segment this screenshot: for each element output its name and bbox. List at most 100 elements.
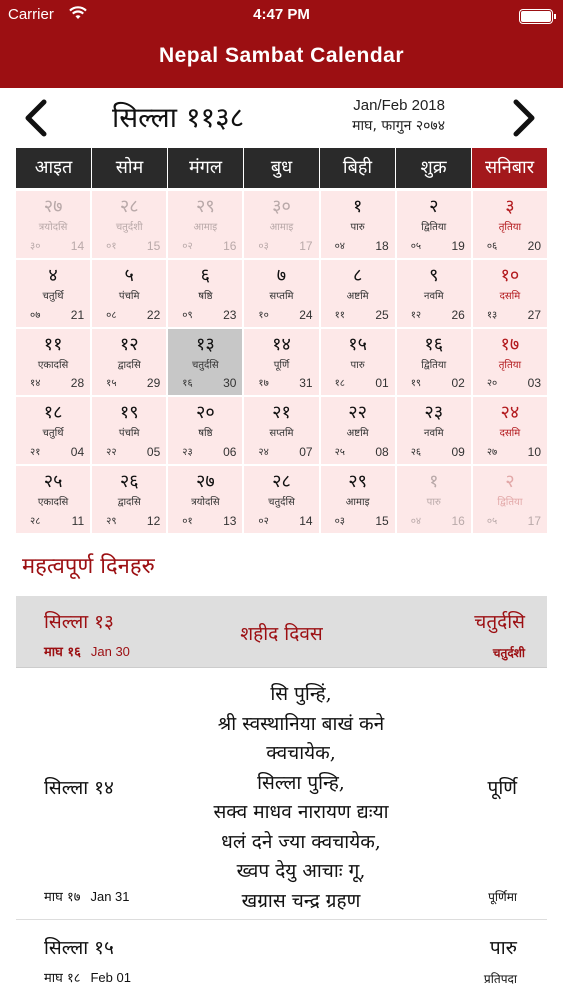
calendar-day[interactable]: ३ तृतिया ०६ 20 xyxy=(472,191,547,258)
calendar-day[interactable]: १७ तृतिया २० 03 xyxy=(472,328,547,396)
event-line: धलं दने ज्या क्वचायेक, xyxy=(221,830,381,853)
calendar-day[interactable]: १५ पारु १८ 01 xyxy=(320,328,395,396)
day-gregorian-date: 23 xyxy=(223,307,237,322)
calendar-day[interactable]: २७ त्रयोदसि ०१ 13 xyxy=(168,466,243,533)
weekday-sat: सनिबार xyxy=(472,148,547,188)
day-number: २८ xyxy=(119,196,139,217)
calendar-day[interactable]: ४ चतुर्थि ०७ 21 xyxy=(16,259,91,327)
day-gregorian-date: 22 xyxy=(146,307,161,322)
day-tithi: सप्तमि xyxy=(269,290,294,302)
calendar-day[interactable]: २२ अष्टमि २५ 08 xyxy=(320,397,395,465)
day-gregorian-date: 01 xyxy=(375,376,389,391)
day-tithi: आमाइ xyxy=(345,497,370,509)
day-gregorian-date: 14 xyxy=(299,514,313,528)
calendar-day[interactable]: १ पारु ०४ 16 xyxy=(396,466,471,533)
day-nepali-date: ०८ xyxy=(106,309,117,321)
day-nepali-date: २१ xyxy=(30,447,41,459)
day-gregorian-date: 29 xyxy=(146,376,161,391)
calendar-day[interactable]: १ पारु ०४ 18 xyxy=(320,191,395,258)
day-number: ३० xyxy=(272,196,291,217)
day-tithi: पूर्णि xyxy=(273,359,290,371)
day-number: १६ xyxy=(424,333,444,355)
calendar-day[interactable]: २४ दसमि २७ 10 xyxy=(472,397,547,465)
day-tithi: अष्टमि xyxy=(346,428,369,440)
calendar-day-today[interactable]: १३ चतुर्दसि १६ 30 xyxy=(168,328,243,396)
day-nepali-date: ०७ xyxy=(30,309,41,321)
calendar-day[interactable]: २६ द्वादसि २९ 12 xyxy=(92,466,167,533)
calendar-grid: २७ त्रयोदसि ३० 14 २८ चतुर्दशी ०१ 15 २९ आमाइ ०२ 16 ३०… xyxy=(16,191,547,533)
day-number: २० xyxy=(195,402,215,424)
day-gregorian-date: 05 xyxy=(146,445,161,460)
event-row[interactable]: सिल्ला १४ सि पुन्हिं, श्री स्वस्थानिया ब… xyxy=(16,668,547,920)
day-number: २३ xyxy=(424,402,444,424)
calendar-day[interactable]: ८ अष्टमि ११ 25 xyxy=(320,259,395,327)
day-gregorian-date: 24 xyxy=(299,307,313,322)
day-tithi: द्वादसि xyxy=(117,497,141,509)
event-row[interactable]: सिल्ला १५ माघ १८ Feb 01 पारु प्रतिपदा xyxy=(16,920,547,1000)
day-number: ३ xyxy=(505,196,515,217)
day-nepali-date: १३ xyxy=(486,309,498,321)
day-tithi: दसमि xyxy=(499,428,521,440)
day-number: ७ xyxy=(276,264,287,286)
calendar-day[interactable]: ११ एकादसि १४ 28 xyxy=(16,328,91,396)
day-nepali-date: २७ xyxy=(486,447,498,459)
calendar-day[interactable]: ३० आमाइ ०३ 17 xyxy=(244,191,319,258)
calendar-day[interactable]: १४ पूर्णि १७ 31 xyxy=(244,328,319,396)
weekday-tue: मंगल xyxy=(168,148,243,188)
calendar-day[interactable]: १८ चतुर्थि २१ 04 xyxy=(16,397,91,465)
calendar-day[interactable]: २ द्वितिया ०५ 17 xyxy=(472,466,547,533)
day-number: ११ xyxy=(43,333,63,355)
day-tithi: चतुर्थि xyxy=(42,428,64,440)
calendar-day[interactable]: २ द्वितिया ०५ 19 xyxy=(396,191,471,258)
event-line: क्वचायेक, xyxy=(266,742,336,764)
weekday-fri: शुक्र xyxy=(396,148,471,188)
day-nepali-date: २५ xyxy=(334,447,345,459)
calendar-day[interactable]: २५ एकादसि २८ 11 xyxy=(16,466,91,533)
calendar-day[interactable]: २३ नवमि २६ 09 xyxy=(396,397,471,465)
day-number: १४ xyxy=(272,333,291,355)
day-gregorian-date: 08 xyxy=(375,445,389,460)
calendar-day[interactable]: २८ चतुर्दशी ०१ 15 xyxy=(92,191,167,258)
calendar-day[interactable]: १२ द्वादसि १५ 29 xyxy=(92,328,167,396)
calendar-day[interactable]: २९ आमाइ ०२ 16 xyxy=(168,191,243,258)
event-name: शहीद दिवस xyxy=(240,623,323,645)
calendar-day[interactable]: २१ सप्तमि २४ 07 xyxy=(244,397,319,465)
calendar-day[interactable]: ५ पंचमि ०८ 22 xyxy=(92,259,167,327)
event-nepali-date: माघ १६ xyxy=(44,645,81,660)
calendar-day[interactable]: २० षष्ठि २३ 06 xyxy=(168,397,243,465)
status-bar: Carrier 4:47 PM xyxy=(0,4,563,28)
day-gregorian-date: 07 xyxy=(299,445,313,460)
day-nepali-date: ०१ xyxy=(182,516,193,527)
day-number: २६ xyxy=(119,471,139,493)
day-tithi: द्वितिया xyxy=(421,359,447,371)
calendar-day[interactable]: ७ सप्तमि १० 24 xyxy=(244,259,319,327)
day-tithi: द्वितिया xyxy=(421,222,447,233)
calendar-day[interactable]: २७ त्रयोदसि ३० 14 xyxy=(16,191,91,258)
event-row-highlighted[interactable]: सिल्ला १३ माघ १६ Jan 30 शहीद दिवस चतुर्दस… xyxy=(16,596,547,668)
calendar-day[interactable]: २९ आमाइ ०३ 15 xyxy=(320,466,395,533)
day-tithi: सप्तमि xyxy=(269,428,294,440)
calendar-day[interactable]: १६ द्वितिया १९ 02 xyxy=(396,328,471,396)
event-description: सि पुन्हिं, श्री स्वस्थानिया बाखं कने क्… xyxy=(166,680,436,916)
day-tithi: नवमि xyxy=(423,290,444,302)
day-nepali-date: २४ xyxy=(258,447,269,459)
day-gregorian-date: 15 xyxy=(375,514,389,528)
calendar-day[interactable]: २८ चतुर्दसि ०२ 14 xyxy=(244,466,319,533)
day-tithi: त्रयोदसि xyxy=(38,222,68,233)
day-tithi: एकादसि xyxy=(37,497,69,509)
day-nepali-date: २० xyxy=(486,378,498,390)
calendar-day[interactable]: १९ पंचमि २२ 05 xyxy=(92,397,167,465)
previous-month-button[interactable] xyxy=(22,98,52,138)
day-nepali-date: ०१ xyxy=(106,240,117,252)
calendar-day[interactable]: ६ षष्ठि ०९ 23 xyxy=(168,259,243,327)
day-nepali-date: ०६ xyxy=(486,240,498,252)
calendar-day[interactable]: १० दसमि १३ 27 xyxy=(472,259,547,327)
day-tithi: दसमि xyxy=(499,290,521,302)
calendar-day[interactable]: ९ नवमि १२ 26 xyxy=(396,259,471,327)
day-number: १० xyxy=(500,264,520,286)
event-tithi: पारु xyxy=(489,937,517,959)
day-nepali-date: २३ xyxy=(182,447,193,459)
day-tithi: चतुर्थि xyxy=(42,290,64,302)
next-month-button[interactable] xyxy=(508,98,538,138)
day-number: १ xyxy=(352,196,363,217)
